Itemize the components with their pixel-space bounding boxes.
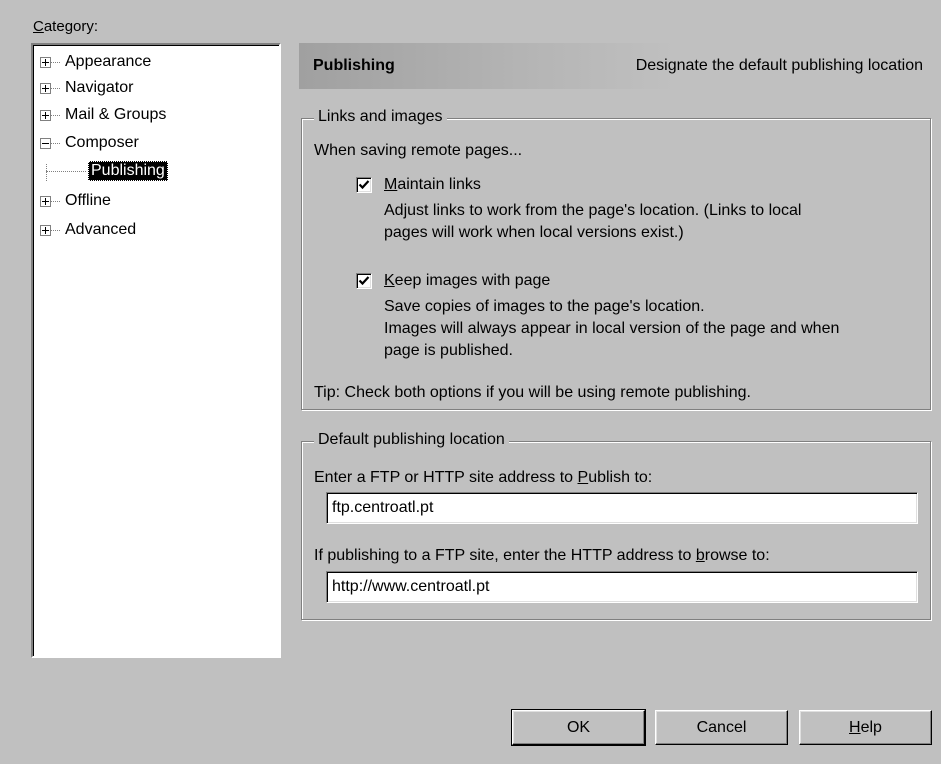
publish-address-input[interactable] <box>326 492 918 524</box>
intro-text: When saving remote pages... <box>314 142 523 159</box>
tree-item-label: Appearance <box>65 53 152 70</box>
maintain-links-desc-2: pages will work when local versions exis… <box>384 224 684 241</box>
tree-item-label-selected: Publishing <box>88 161 168 181</box>
publish-address-label: Enter a FTP or HTTP site address to Publ… <box>314 469 653 486</box>
tip-text: Tip: Check both options if you will be u… <box>314 384 751 401</box>
tree-item-label: Navigator <box>65 79 134 96</box>
tree-item-appearance[interactable]: Appearance <box>40 49 153 75</box>
help-button[interactable]: Help <box>799 710 932 745</box>
panel-title: Publishing <box>313 57 395 74</box>
expand-plus-icon[interactable] <box>40 195 51 207</box>
group-title: Links and images <box>314 108 447 126</box>
panel-header: Publishing Designate the default publish… <box>299 43 929 89</box>
maintain-links-desc-1: Adjust links to work from the page's loc… <box>384 202 802 219</box>
tree-item-label: Mail & Groups <box>65 106 167 123</box>
expand-plus-icon[interactable] <box>40 109 51 121</box>
links-images-group: Links and images When saving remote page… <box>301 108 931 410</box>
keep-images-desc-3: page is published. <box>384 342 513 359</box>
check-mark-icon <box>358 180 370 190</box>
tree-item-label: Offline <box>65 192 111 209</box>
tree-item-mail-groups[interactable]: Mail & Groups <box>40 102 168 128</box>
tree-item-publishing[interactable]: Publishing <box>46 158 168 184</box>
maintain-links-label[interactable]: Maintain links <box>384 175 481 195</box>
expand-plus-icon[interactable] <box>40 224 51 236</box>
expand-plus-icon[interactable] <box>40 82 51 94</box>
panel-description: Designate the default publishing locatio… <box>635 57 923 74</box>
expand-plus-icon[interactable] <box>40 56 51 68</box>
ok-button[interactable]: OK <box>511 709 646 746</box>
category-label: Category: <box>33 18 99 35</box>
keep-images-label[interactable]: Keep images with page <box>384 271 550 291</box>
tree-item-advanced[interactable]: Advanced <box>40 217 138 243</box>
keep-images-checkbox[interactable] <box>356 273 372 289</box>
browse-address-input[interactable] <box>326 571 918 603</box>
browse-address-label: If publishing to a FTP site, enter the H… <box>314 547 770 564</box>
tree-item-label: Composer <box>65 134 139 151</box>
maintain-links-checkbox[interactable] <box>356 177 372 193</box>
keep-images-desc-2: Images will always appear in local versi… <box>384 320 840 337</box>
tree-item-navigator[interactable]: Navigator <box>40 75 135 101</box>
category-tree[interactable]: Appearance Navigator Mail & Groups Compo… <box>31 43 281 658</box>
tree-item-offline[interactable]: Offline <box>40 188 113 214</box>
group-title: Default publishing location <box>314 431 509 449</box>
publishing-location-group: Default publishing location Enter a FTP … <box>301 431 931 620</box>
collapse-minus-icon[interactable] <box>40 137 51 149</box>
tree-item-composer[interactable]: Composer <box>40 130 141 156</box>
tree-item-label: Advanced <box>65 221 137 238</box>
cancel-button[interactable]: Cancel <box>655 710 788 745</box>
check-mark-icon <box>358 276 370 286</box>
keep-images-desc-1: Save copies of images to the page's loca… <box>384 298 705 315</box>
